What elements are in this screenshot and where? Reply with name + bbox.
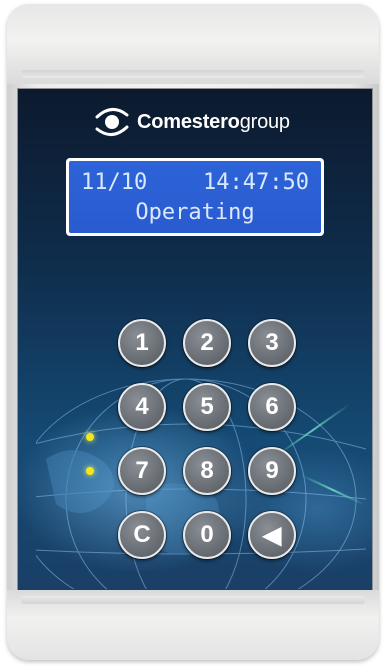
key-7[interactable]: 7 bbox=[118, 447, 166, 495]
key-8[interactable]: 8 bbox=[183, 447, 231, 495]
bottom-cap bbox=[7, 590, 379, 660]
key-1[interactable]: 1 bbox=[118, 319, 166, 367]
payment-terminal: Comesterogroup 11/10 14:47:50 Operating … bbox=[7, 4, 379, 660]
key-9[interactable]: 9 bbox=[248, 447, 296, 495]
top-cap bbox=[7, 4, 379, 84]
brand-name: Comesterogroup bbox=[137, 110, 290, 133]
lcd-display: 11/10 14:47:50 Operating bbox=[66, 158, 324, 236]
display-time: 14:47:50 bbox=[203, 170, 309, 195]
key-back[interactable]: ◀ bbox=[248, 511, 296, 559]
comestero-logo-icon bbox=[95, 108, 129, 136]
key-4[interactable]: 4 bbox=[118, 383, 166, 431]
key-3[interactable]: 3 bbox=[248, 319, 296, 367]
brand-logo: Comesterogroup bbox=[93, 105, 290, 139]
key-clear[interactable]: C bbox=[118, 511, 166, 559]
status-led-1 bbox=[86, 433, 94, 441]
key-2[interactable]: 2 bbox=[183, 319, 231, 367]
front-panel: Comesterogroup 11/10 14:47:50 Operating … bbox=[17, 88, 373, 592]
display-date: 11/10 bbox=[81, 170, 148, 195]
key-0[interactable]: 0 bbox=[183, 511, 231, 559]
display-status: Operating bbox=[135, 200, 255, 225]
key-5[interactable]: 5 bbox=[183, 383, 231, 431]
key-6[interactable]: 6 bbox=[248, 383, 296, 431]
status-led-2 bbox=[86, 467, 94, 475]
